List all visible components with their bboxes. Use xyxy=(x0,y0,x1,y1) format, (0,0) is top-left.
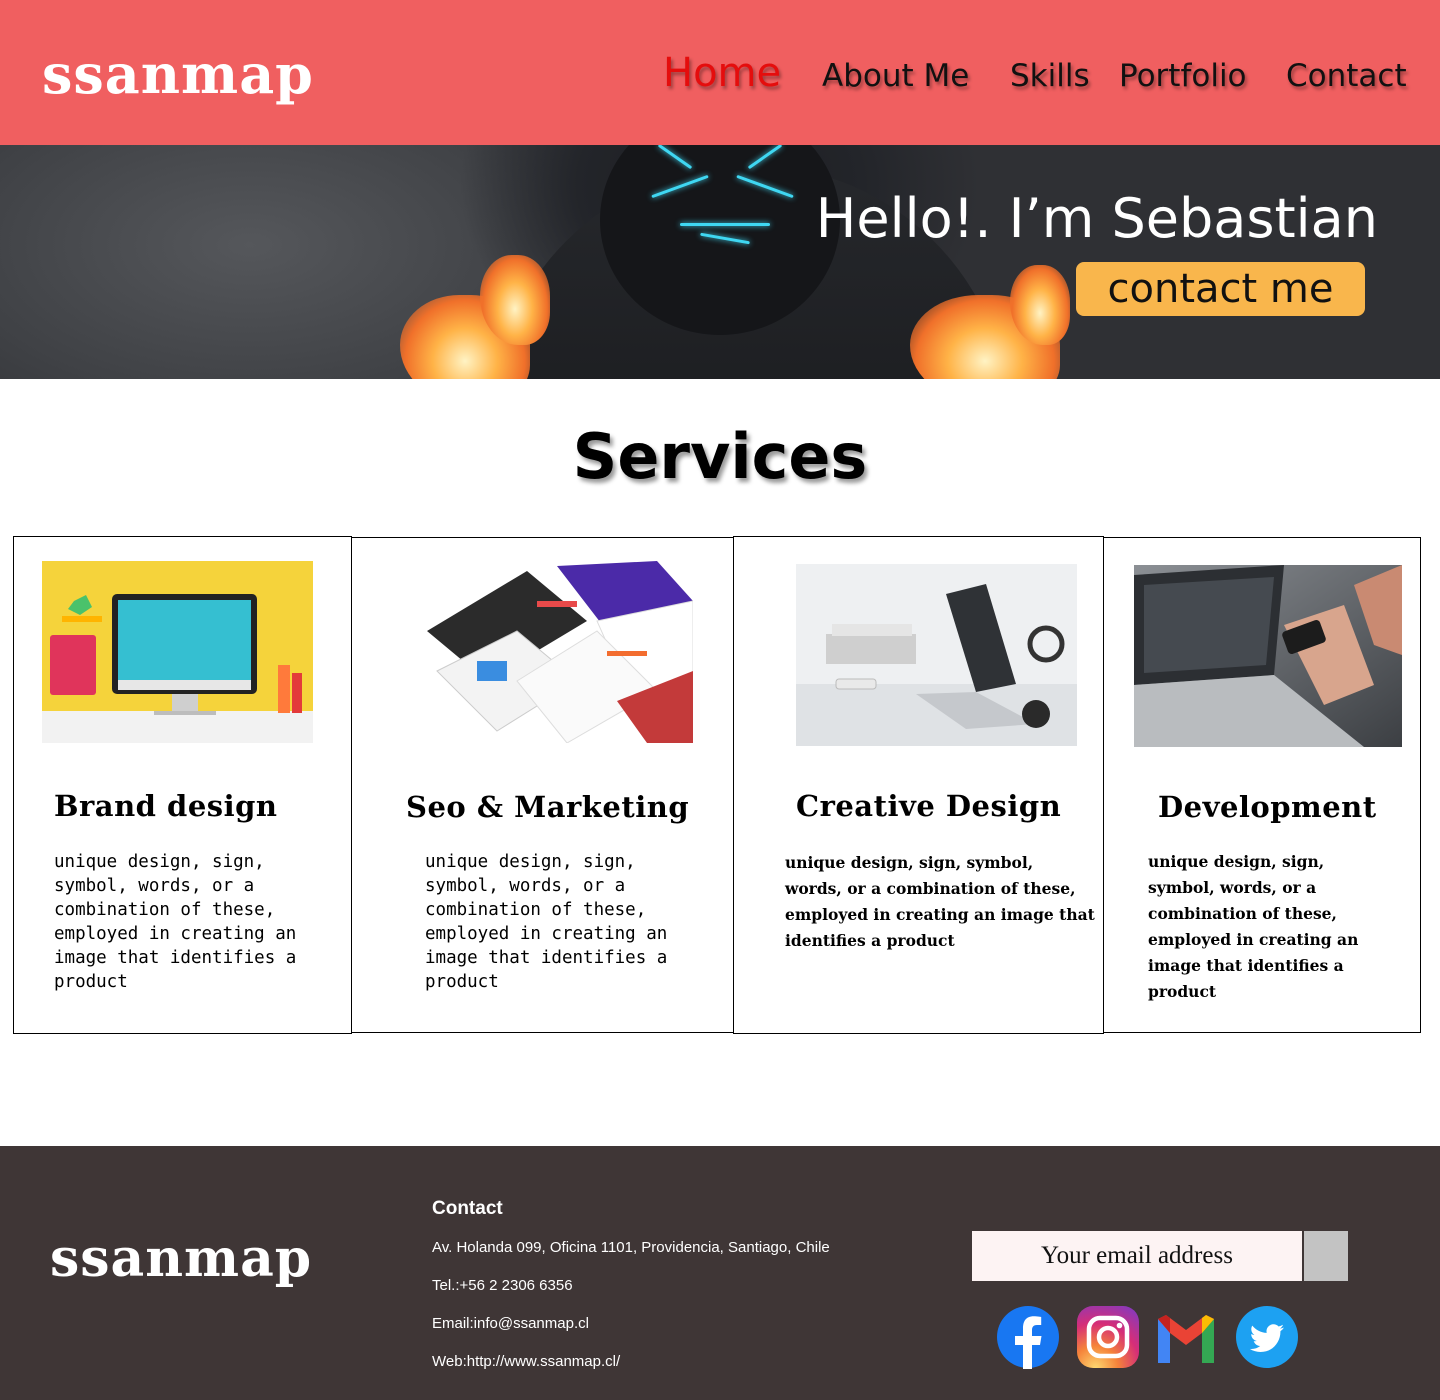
nav-home[interactable]: Home xyxy=(663,50,781,96)
newsletter-submit-button[interactable] xyxy=(1304,1231,1348,1281)
service-card-creative-design: Creative Design unique design, sign, sym… xyxy=(733,536,1104,1034)
facebook-icon[interactable] xyxy=(996,1305,1060,1369)
footer-contact-heading: Contact xyxy=(432,1198,503,1219)
website-mockups-image xyxy=(417,561,693,743)
imac-workspace-image xyxy=(42,561,313,743)
gmail-icon[interactable] xyxy=(1154,1305,1218,1369)
footer-email[interactable]: Email:info@ssanmap.cl xyxy=(432,1315,589,1332)
newsletter-email-input[interactable] xyxy=(972,1231,1302,1281)
service-card-brand-design: Brand design unique design, sign, symbol… xyxy=(13,536,352,1034)
card-description: unique design, sign, symbol, words, or a… xyxy=(425,852,668,992)
service-card-development: Development unique design, sign, symbol,… xyxy=(1103,537,1421,1033)
laptop-desk-image xyxy=(796,564,1077,746)
hero-greeting: Hello!. I’m Sebastian xyxy=(815,187,1378,250)
footer-phone: Tel.:+56 2 2306 6356 xyxy=(432,1277,573,1294)
card-title: Seo & Marketing xyxy=(406,790,690,824)
nav-about-me[interactable]: About Me xyxy=(822,58,969,94)
nav-portfolio[interactable]: Portfolio xyxy=(1119,58,1247,94)
services-heading: Services xyxy=(572,420,868,493)
instagram-icon[interactable] xyxy=(1076,1305,1140,1369)
neon-mask-line xyxy=(680,223,770,226)
site-footer: ssanmap Contact Av. Holanda 099, Oficina… xyxy=(0,1146,1440,1400)
card-description: unique design, sign, symbol, words, or a… xyxy=(785,853,1095,950)
hero-banner: Hello!. I’m Sebastian contact me xyxy=(0,145,1440,379)
nav-contact[interactable]: Contact xyxy=(1286,58,1407,94)
card-title: Creative Design xyxy=(796,789,1062,823)
card-description: unique design, sign, symbol, words, or a… xyxy=(54,852,297,992)
footer-address: Av. Holanda 099, Oficina 1101, Providenc… xyxy=(432,1239,830,1256)
service-card-seo-marketing: Seo & Marketing unique design, sign, sym… xyxy=(351,537,735,1033)
twitter-icon[interactable] xyxy=(1235,1305,1299,1369)
footer-logo[interactable]: ssanmap xyxy=(50,1228,312,1289)
contact-me-button[interactable]: contact me xyxy=(1076,262,1365,316)
card-title: Brand design xyxy=(54,789,278,823)
footer-web[interactable]: Web:http://www.ssanmap.cl/ xyxy=(432,1353,620,1370)
laptop-phone-hands-image xyxy=(1134,565,1402,747)
site-logo[interactable]: ssanmap xyxy=(42,42,314,106)
card-description: unique design, sign, symbol, words, or a… xyxy=(1148,852,1359,1001)
card-title: Development xyxy=(1158,790,1377,824)
nav-skills[interactable]: Skills xyxy=(1010,58,1090,94)
site-header: ssanmap Home About Me Skills Portfolio C… xyxy=(0,0,1440,145)
